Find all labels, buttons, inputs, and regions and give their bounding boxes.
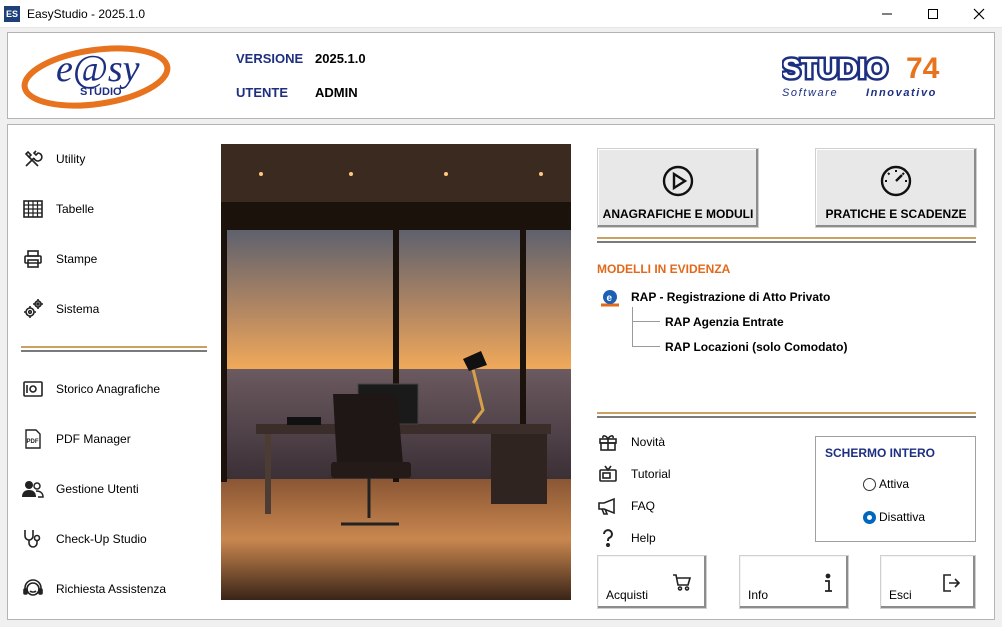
fullscreen-title: SCHERMO INTERO — [825, 446, 936, 460]
headset-icon — [21, 577, 45, 601]
tree-line — [632, 307, 633, 347]
brand-tagline-2: Innovativo — [866, 87, 937, 99]
play-circle-icon — [598, 165, 758, 197]
fullscreen-option-attiva-label: Attiva — [879, 477, 910, 491]
link-tutorial-label: Tutorial — [631, 467, 671, 481]
fullscreen-option-disattiva-label: Disattiva — [879, 510, 926, 524]
menu-pdf-label: PDF Manager — [56, 432, 131, 446]
info-button[interactable]: Info — [739, 555, 849, 609]
menu-gestione-utenti[interactable]: Gestione Utenti — [21, 477, 139, 501]
menu-assistenza-label: Richiesta Assistenza — [56, 582, 167, 596]
users-icon — [21, 477, 45, 501]
title-bar: ES EasyStudio - 2025.1.0 — [0, 0, 1002, 28]
window-title: EasyStudio - 2025.1.0 — [27, 7, 146, 21]
menu-storico-label: Storico Anagrafiche — [56, 382, 161, 396]
link-help[interactable]: Help — [597, 528, 656, 548]
menu-checkup-label: Check-Up Studio — [56, 532, 147, 546]
gauge-icon — [816, 165, 976, 197]
stethoscope-icon — [21, 527, 45, 551]
menu-tabelle-label: Tabelle — [56, 202, 95, 216]
link-novita[interactable]: Novità — [597, 432, 665, 452]
maximize-button[interactable] — [910, 0, 956, 28]
rap-model-icon: e — [597, 288, 623, 308]
menu-stampe-label: Stampe — [56, 252, 98, 266]
model-rap-root[interactable]: RAP - Registrazione di Atto Privato — [631, 290, 830, 304]
version-value: 2025.1.0 — [315, 51, 366, 66]
question-icon — [597, 528, 619, 548]
tools-icon — [21, 147, 45, 171]
fullscreen-option-attiva[interactable]: Attiva — [863, 477, 909, 491]
easystudio-logo: e@sy STUDIO — [21, 45, 171, 109]
link-help-label: Help — [631, 531, 656, 545]
megaphone-icon — [597, 496, 619, 516]
acquisti-label: Acquisti — [606, 588, 649, 602]
acquisti-button[interactable]: Acquisti — [597, 555, 707, 609]
anagrafiche-moduli-label: ANAGRAFICHE E MODULI — [602, 207, 754, 221]
radio-disattiva[interactable] — [863, 510, 876, 524]
fullscreen-group: SCHERMO INTERO Attiva Disattiva — [815, 436, 976, 542]
anagrafiche-moduli-button[interactable]: ANAGRAFICHE E MODULI — [597, 148, 759, 228]
menu-pdf-manager[interactable]: PDF PDF Manager — [21, 427, 131, 451]
pratiche-scadenze-button[interactable]: PRATICHE E SCADENZE — [815, 148, 977, 228]
link-faq-label: FAQ — [631, 499, 656, 513]
link-faq[interactable]: FAQ — [597, 496, 655, 516]
gift-icon — [597, 432, 619, 452]
app-icon: ES — [4, 6, 20, 22]
menu-storico-anagrafiche[interactable]: Storico Anagrafiche — [21, 377, 160, 401]
user-label: UTENTE — [236, 85, 288, 100]
models-divider — [597, 412, 976, 418]
tree-branch — [632, 321, 660, 322]
brand-number: 74 — [906, 52, 940, 85]
radio-attiva[interactable] — [863, 477, 876, 491]
link-novita-label: Novità — [631, 435, 666, 449]
close-icon — [973, 8, 985, 20]
menu-richiesta-assistenza[interactable]: Richiesta Assistenza — [21, 577, 166, 601]
menu-sistema-label: Sistema — [56, 302, 100, 316]
esci-label: Esci — [889, 588, 912, 602]
main-panel: Utility Tabelle Stampe Sistema Storico A… — [7, 124, 995, 620]
gears-icon — [21, 297, 45, 321]
link-tutorial[interactable]: Tutorial — [597, 464, 671, 484]
minimize-button[interactable] — [864, 0, 910, 28]
user-value: ADMIN — [315, 85, 358, 100]
cart-icon — [672, 573, 692, 594]
tree-branch — [632, 346, 660, 347]
fullscreen-option-disattiva[interactable]: Disattiva — [863, 510, 925, 524]
menu-tabelle[interactable]: Tabelle — [21, 197, 94, 221]
pdf-icon: PDF — [21, 427, 45, 451]
table-icon — [21, 197, 45, 221]
header-panel: e@sy STUDIO VERSIONE 2025.1.0 UTENTE ADM… — [7, 32, 995, 119]
brand-tagline-1: Software — [782, 87, 838, 99]
model-rap-agenzia-entrate[interactable]: RAP Agenzia Entrate — [665, 315, 784, 329]
info-icon — [822, 573, 834, 596]
printer-icon — [21, 247, 45, 271]
close-button[interactable] — [956, 0, 1002, 28]
pratiche-scadenze-label: PRATICHE E SCADENZE — [825, 207, 967, 221]
info-label: Info — [748, 588, 769, 602]
menu-sistema[interactable]: Sistema — [21, 297, 99, 321]
archive-icon — [21, 377, 45, 401]
exit-icon — [941, 573, 961, 596]
actions-divider — [597, 237, 976, 243]
logo-subtext: STUDIO — [80, 86, 122, 98]
studio74-logo: STUDIO 74 Software Innovativo — [782, 51, 940, 100]
menu-utility-label: Utility — [56, 152, 86, 166]
esci-button[interactable]: Esci — [880, 555, 976, 609]
menu-stampe[interactable]: Stampe — [21, 247, 97, 271]
version-label: VERSIONE — [236, 51, 304, 66]
menu-utenti-label: Gestione Utenti — [56, 482, 139, 496]
models-section-title: MODELLI IN EVIDENZA — [597, 262, 731, 276]
menu-utility[interactable]: Utility — [21, 147, 85, 171]
logo-text: e@sy — [56, 48, 140, 90]
minimize-icon — [882, 13, 892, 15]
office-photo — [221, 144, 571, 600]
sidebar-divider — [21, 346, 207, 352]
brand-text: STUDIO — [782, 53, 888, 84]
svg-text:PDF: PDF — [27, 439, 39, 445]
svg-text:e: e — [607, 293, 613, 304]
menu-checkup-studio[interactable]: Check-Up Studio — [21, 527, 147, 551]
model-rap-locazioni[interactable]: RAP Locazioni (solo Comodato) — [665, 340, 847, 354]
tv-icon — [597, 464, 619, 484]
maximize-icon — [928, 9, 938, 19]
